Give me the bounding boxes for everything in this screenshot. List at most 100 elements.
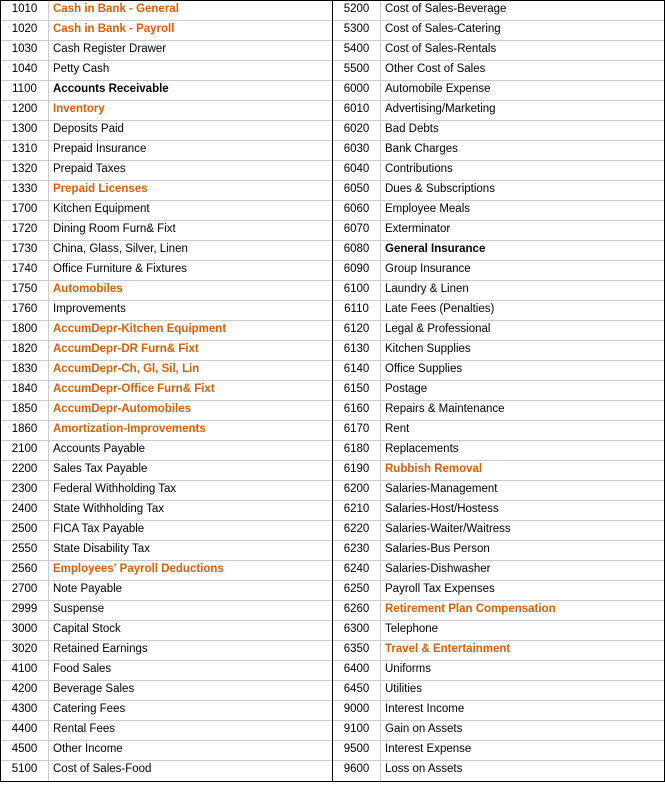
table-row: 1850AccumDepr-Automobiles [1, 401, 332, 421]
table-row: 1750Automobiles [1, 281, 332, 301]
account-code: 6100 [333, 281, 381, 300]
account-code: 1720 [1, 221, 49, 240]
account-name: Contributions [381, 161, 664, 180]
table-row: 9100Gain on Assets [333, 721, 664, 741]
table-row: 1720Dining Room Furn& Fixt [1, 221, 332, 241]
account-code: 6260 [333, 601, 381, 620]
account-code: 4200 [1, 681, 49, 700]
account-code: 6250 [333, 581, 381, 600]
table-row: 6060Employee Meals [333, 201, 664, 221]
table-row: 6000Automobile Expense [333, 81, 664, 101]
table-row: 6170Rent [333, 421, 664, 441]
account-name: Employee Meals [381, 201, 664, 220]
account-code: 6140 [333, 361, 381, 380]
account-name: Postage [381, 381, 664, 400]
account-name: Catering Fees [49, 701, 332, 720]
account-name: Deposits Paid [49, 121, 332, 140]
account-code: 3020 [1, 641, 49, 660]
table-row: 5200Cost of Sales-Beverage [333, 1, 664, 21]
account-name: General Insurance [381, 241, 664, 260]
table-row: 6300Telephone [333, 621, 664, 641]
account-code: 2100 [1, 441, 49, 460]
account-name: Inventory [49, 101, 332, 120]
account-name: Retirement Plan Compensation [381, 601, 664, 620]
account-name: Cost of Sales-Food [49, 761, 332, 781]
account-name: AccumDepr-Ch, Gl, Sil, Lin [49, 361, 332, 380]
account-code: 4400 [1, 721, 49, 740]
account-name: Improvements [49, 301, 332, 320]
table-row: 1820AccumDepr-DR Furn& Fixt [1, 341, 332, 361]
table-row: 9000Interest Income [333, 701, 664, 721]
account-name: Rent [381, 421, 664, 440]
account-name: Office Supplies [381, 361, 664, 380]
account-name: Rubbish Removal [381, 461, 664, 480]
account-code: 3000 [1, 621, 49, 640]
table-row: 6050Dues & Subscriptions [333, 181, 664, 201]
table-row: 5500Other Cost of Sales [333, 61, 664, 81]
table-row: 2400State Withholding Tax [1, 501, 332, 521]
account-code: 5500 [333, 61, 381, 80]
account-name: Kitchen Equipment [49, 201, 332, 220]
account-name: Cost of Sales-Beverage [381, 1, 664, 20]
account-name: Cost of Sales-Catering [381, 21, 664, 40]
table-row: 6450Utilities [333, 681, 664, 701]
account-code: 1760 [1, 301, 49, 320]
account-code: 5300 [333, 21, 381, 40]
table-row: 1040Petty Cash [1, 61, 332, 81]
left-column: 1010Cash in Bank - General1020Cash in Ba… [1, 1, 333, 781]
account-name: Uniforms [381, 661, 664, 680]
table-row: 6030Bank Charges [333, 141, 664, 161]
account-code: 1320 [1, 161, 49, 180]
table-row: 1300Deposits Paid [1, 121, 332, 141]
table-row: 6400Uniforms [333, 661, 664, 681]
account-code: 1800 [1, 321, 49, 340]
account-name: Rental Fees [49, 721, 332, 740]
account-code: 9600 [333, 761, 381, 781]
account-code: 2999 [1, 601, 49, 620]
account-name: Replacements [381, 441, 664, 460]
chart-of-accounts: 1010Cash in Bank - General1020Cash in Ba… [0, 0, 665, 782]
account-code: 6180 [333, 441, 381, 460]
table-row: 4200Beverage Sales [1, 681, 332, 701]
account-name: Salaries-Management [381, 481, 664, 500]
account-code: 6010 [333, 101, 381, 120]
table-row: 6140Office Supplies [333, 361, 664, 381]
account-name: Payroll Tax Expenses [381, 581, 664, 600]
account-code: 6050 [333, 181, 381, 200]
account-name: Kitchen Supplies [381, 341, 664, 360]
account-name: Bank Charges [381, 141, 664, 160]
account-name: Food Sales [49, 661, 332, 680]
account-name: Dining Room Furn& Fixt [49, 221, 332, 240]
account-code: 4100 [1, 661, 49, 680]
account-code: 4300 [1, 701, 49, 720]
table-row: 4500Other Income [1, 741, 332, 761]
table-row: 2500FICA Tax Payable [1, 521, 332, 541]
account-name: State Withholding Tax [49, 501, 332, 520]
account-name: Late Fees (Penalties) [381, 301, 664, 320]
account-name: Note Payable [49, 581, 332, 600]
table-row: 2560Employees' Payroll Deductions [1, 561, 332, 581]
table-row: 6200Salaries-Management [333, 481, 664, 501]
table-row: 4100Food Sales [1, 661, 332, 681]
account-code: 1300 [1, 121, 49, 140]
account-name: Amortization-Improvements [49, 421, 332, 440]
account-name: Petty Cash [49, 61, 332, 80]
account-name: Automobiles [49, 281, 332, 300]
table-row: 1740Office Furniture & Fixtures [1, 261, 332, 281]
account-code: 6210 [333, 501, 381, 520]
account-code: 1010 [1, 1, 49, 20]
account-code: 1700 [1, 201, 49, 220]
account-name: Gain on Assets [381, 721, 664, 740]
account-name: Automobile Expense [381, 81, 664, 100]
table-row: 3020Retained Earnings [1, 641, 332, 661]
account-code: 6170 [333, 421, 381, 440]
account-name: Travel & Entertainment [381, 641, 664, 660]
table-row: 4400Rental Fees [1, 721, 332, 741]
account-code: 2200 [1, 461, 49, 480]
account-name: Sales Tax Payable [49, 461, 332, 480]
table-row: 6260Retirement Plan Compensation [333, 601, 664, 621]
account-code: 5100 [1, 761, 49, 781]
table-row: 5400Cost of Sales-Rentals [333, 41, 664, 61]
table-row: 5100Cost of Sales-Food [1, 761, 332, 781]
account-code: 9000 [333, 701, 381, 720]
